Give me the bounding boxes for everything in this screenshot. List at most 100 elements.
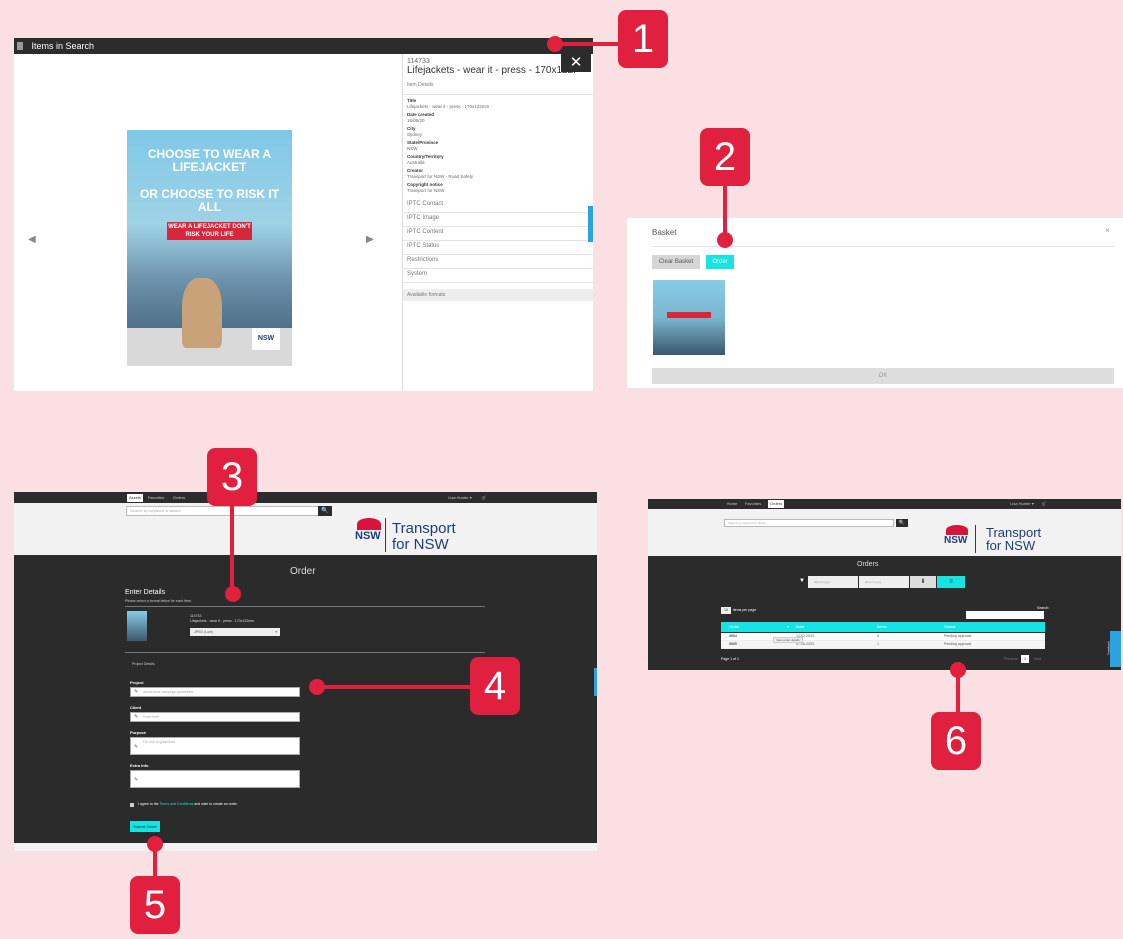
clear-basket-button[interactable]: Clear Basket	[652, 255, 700, 269]
sort-icon[interactable]: ▾	[787, 622, 789, 632]
nsw-waratah-logo: NSW	[355, 518, 381, 542]
project-details-heading: Project Details	[132, 662, 155, 666]
search-icon[interactable]: 🔍	[318, 506, 332, 516]
callout-6-line	[956, 676, 960, 714]
orders-search-input[interactable]: Search by keyword or album	[724, 519, 894, 527]
tab-orders[interactable]: Orders	[170, 494, 188, 502]
terms-text: I agree to the Terms and Conditions and …	[138, 802, 238, 806]
list-view-icon[interactable]: ≡	[937, 576, 965, 588]
row-status: Pending approval	[944, 634, 972, 638]
tab-home[interactable]: Home	[724, 500, 740, 508]
enter-details-heading: Enter Details	[125, 589, 166, 596]
orders-body: Orders ▼ dd-mm-yyyy dd-mm-yyyy ⬇ ≡ 10 it…	[648, 556, 1121, 670]
metadata-section[interactable]: IPTC Content	[403, 227, 593, 241]
callout-3-line	[230, 505, 234, 593]
pencil-icon: ✎	[134, 744, 139, 750]
metadata-section[interactable]: IPTC Contact	[403, 199, 593, 213]
filter-icon[interactable]: ▼	[799, 578, 805, 584]
basket-panel: Basket × Clear Basket Order OK	[627, 218, 1123, 388]
callout-6-dot	[950, 662, 966, 678]
table-row[interactable]: 5685 07-06-2023 1 Pending approval	[721, 641, 1045, 649]
next-page-button[interactable]: Next	[1034, 657, 1041, 661]
ok-button[interactable]: OK	[652, 368, 1114, 384]
tab-favorites[interactable]: Favorites	[742, 500, 764, 508]
metadata-section[interactable]: System	[403, 269, 593, 283]
basket-thumbnail[interactable]	[653, 280, 725, 355]
col-status[interactable]: Status	[944, 622, 955, 632]
row-status: Pending approval	[944, 642, 972, 646]
metadata-section[interactable]: IPTC Status	[403, 241, 593, 255]
poster-line1: CHOOSE TO WEAR A LIFEJACKET	[147, 147, 272, 174]
purpose-textarea[interactable]: ✎ For use in guidelines	[130, 737, 300, 755]
poster-image[interactable]: CHOOSE TO WEAR A LIFEJACKET OR CHOOSE TO…	[127, 130, 292, 366]
section-item-details[interactable]: Item Details	[403, 76, 593, 95]
table-row[interactable]: 5684 12-02-2023 6 Pending approval	[721, 633, 1045, 641]
available-formats[interactable]: Available formats	[403, 289, 593, 301]
row-order[interactable]: 5685	[729, 641, 737, 648]
page-number-button[interactable]: 1	[1021, 655, 1029, 663]
date-from-input[interactable]: dd-mm-yyyy	[808, 576, 858, 588]
extra-info-label: Extra Info	[130, 763, 149, 768]
search-input[interactable]: Search by keyword or album	[126, 506, 328, 516]
top-nav-bar: Assets Favorites Orders Lisa Hunter ▾ 🛒	[14, 492, 597, 503]
order-item-name: Lifejackets - wear it - press - 170x122m…	[190, 619, 254, 623]
col-date[interactable]: Date	[796, 622, 804, 632]
basket-icon[interactable]: 🛒	[1040, 500, 1048, 508]
date-to-input[interactable]: dd-mm-yyyy	[859, 576, 909, 588]
callout-6: 6	[931, 712, 981, 770]
sort-down-icon[interactable]: ⬇	[910, 576, 936, 588]
user-menu[interactable]: Lisa Hunter ▾	[1006, 500, 1038, 508]
meta-value: 16/05/20	[407, 118, 425, 123]
order-item-thumbnail	[127, 611, 147, 641]
nsw-waratah-logo: NSW	[944, 525, 968, 546]
table-search-input[interactable]	[966, 611, 1044, 619]
metadata-section[interactable]: Restrictions	[403, 255, 593, 269]
orders-top-nav-bar: Home Favorites Orders Lisa Hunter ▾ 🛒	[648, 499, 1121, 509]
meta-value: Lifejackets - wear it - press - 170x122m…	[407, 104, 490, 109]
callout-2-dot	[717, 232, 733, 248]
feedback-tab[interactable]	[594, 668, 597, 696]
meta-value: Transport for NSW - Road Safety	[407, 174, 474, 179]
order-button[interactable]: Order	[706, 255, 734, 269]
poster-line2: OR CHOOSE TO RISK IT ALL	[139, 187, 280, 214]
terms-prefix: I agree to the	[138, 802, 159, 806]
callout-3-dot	[225, 586, 241, 602]
order-heading: Order	[290, 566, 316, 577]
prev-arrow-icon[interactable]: ◀	[28, 234, 36, 245]
orders-heading: Orders	[857, 561, 879, 568]
row-items: 6	[877, 634, 879, 638]
per-page-select[interactable]: 10	[721, 607, 731, 614]
tab-assets[interactable]: Assets	[127, 494, 143, 502]
menu-icon[interactable]	[17, 42, 23, 50]
client-label: Client	[130, 705, 142, 710]
terms-link[interactable]: Terms and Conditions	[160, 802, 194, 806]
tab-favorites[interactable]: Favorites	[145, 494, 167, 502]
metadata-section[interactable]: IPTC Image	[403, 213, 593, 227]
submit-order-button[interactable]: Submit Order	[130, 821, 160, 832]
format-select[interactable]: JPEG (Low) ▾	[190, 628, 280, 636]
project-input[interactable]: ✎ Awareness campaign guidelines	[130, 687, 300, 697]
feedback-tab[interactable]: Feedback	[1107, 631, 1121, 667]
pencil-icon: ✎	[134, 689, 139, 695]
user-menu[interactable]: Lisa Hunter ▾	[444, 494, 476, 502]
terms-suffix: and wish to create an order.	[194, 802, 238, 806]
project-label: Project	[130, 680, 144, 685]
terms-checkbox[interactable]	[130, 803, 134, 807]
extra-info-textarea[interactable]: ✎	[130, 770, 300, 788]
next-arrow-icon[interactable]: ▶	[366, 234, 374, 245]
person-shape	[182, 278, 222, 348]
sidebar-scroll-handle[interactable]	[588, 206, 593, 242]
item-id: 114733	[407, 58, 430, 65]
viewer-title-bar: Items in Search	[14, 38, 593, 54]
basket-icon[interactable]: 🛒	[480, 494, 488, 502]
enter-details-subtext: Please select a format below for each it…	[125, 599, 192, 603]
search-icon[interactable]: 🔍	[896, 519, 908, 527]
prev-page-button[interactable]: Previous	[1004, 657, 1018, 661]
col-items[interactable]: Items	[877, 622, 887, 632]
col-order[interactable]: Order	[729, 622, 739, 632]
tab-orders[interactable]: Orders	[768, 500, 784, 508]
row-order[interactable]: 5684	[729, 633, 737, 640]
purpose-placeholder: For use in guidelines	[143, 740, 176, 744]
client-input[interactable]: ✎ Enter here	[130, 712, 300, 722]
basket-close-icon[interactable]: ×	[1105, 226, 1110, 235]
